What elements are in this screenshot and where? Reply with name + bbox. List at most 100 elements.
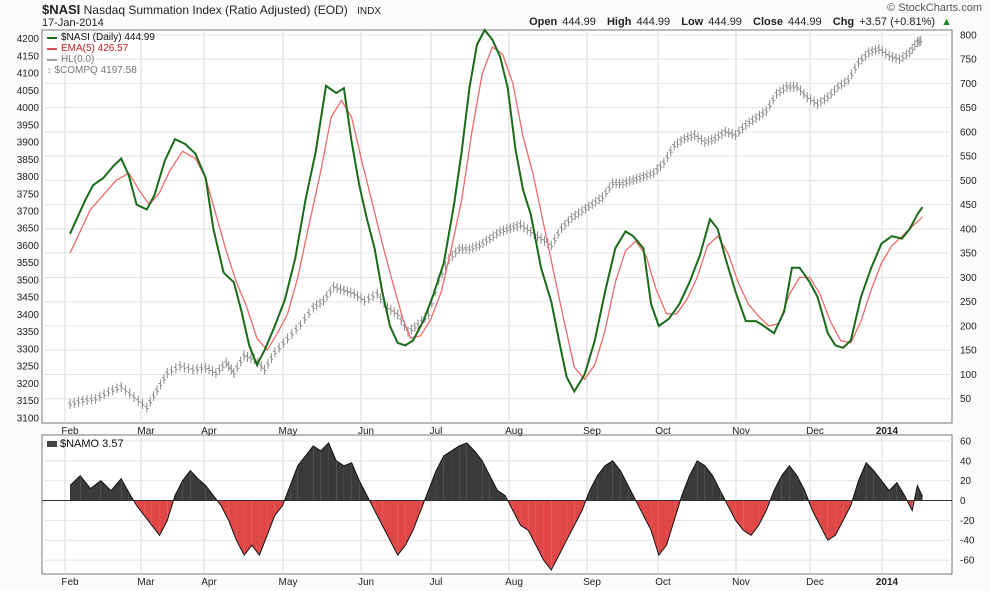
- right-y-tick-label: 400: [960, 224, 977, 235]
- legend-swatch-nasi: [47, 36, 57, 39]
- main-x-tick-label: Dec: [806, 426, 824, 437]
- namo-area-segment: [743, 500, 751, 536]
- right-y-tick-label: 350: [960, 249, 977, 260]
- sub-x-tick-label: Dec: [806, 577, 824, 588]
- left-y-tick-label: 3850: [17, 155, 40, 166]
- right-y-tick-label: 600: [960, 127, 977, 138]
- main-x-tick-label: Aug: [505, 426, 523, 437]
- legend-hl: HL(0.0): [47, 54, 155, 65]
- main-x-tick-label: Nov: [732, 426, 750, 437]
- right-y-tick-label: 700: [960, 79, 977, 90]
- namo-area-segment: [466, 442, 475, 501]
- sub-x-tick-label: Jun: [358, 577, 374, 588]
- namo-area-segment: [336, 460, 344, 501]
- main-legend: $NASI (Daily) 444.99 EMA(5) 426.57 HL(0.…: [47, 32, 155, 76]
- main-x-tick-label: Jul: [430, 426, 443, 437]
- sub-x-tick-label: Feb: [61, 577, 79, 588]
- right-y-tick-label: 50: [960, 394, 972, 405]
- sub-x-tick-label: Sep: [583, 577, 601, 588]
- sub-y-tick-label: -40: [960, 536, 975, 547]
- right-y-tick-label: 300: [960, 273, 977, 284]
- namo-area-segment: [459, 442, 467, 501]
- namo-swatch: [47, 441, 57, 447]
- left-y-tick-label: 3650: [17, 224, 40, 235]
- left-y-tick-label: 3400: [17, 310, 40, 321]
- left-y-tick-label: 3700: [17, 206, 40, 217]
- left-y-tick-label: 4100: [17, 69, 40, 80]
- sub-x-tick-label: Nov: [732, 577, 750, 588]
- namo-area-segment: [697, 460, 705, 501]
- left-y-tick-label: 3550: [17, 258, 40, 269]
- right-y-tick-label: 750: [960, 55, 977, 66]
- left-y-tick-label: 3500: [17, 275, 40, 286]
- left-y-tick-label: 3600: [17, 241, 40, 252]
- sub-x-tick-label: Aug: [505, 577, 523, 588]
- right-y-tick-label: 550: [960, 152, 977, 163]
- namo-area-segment: [313, 445, 321, 501]
- left-y-tick-label: 3450: [17, 293, 40, 304]
- namo-area-segment: [343, 462, 352, 501]
- main-x-tick-label: Feb: [61, 426, 79, 437]
- main-x-tick-label: Apr: [201, 426, 217, 437]
- chart-window: $NASI Nasdaq Summation Index (Ratio Adju…: [0, 0, 990, 591]
- right-y-tick-label: 200: [960, 321, 977, 332]
- sub-x-tick-label: Oct: [655, 577, 671, 588]
- right-y-tick-label: 150: [960, 346, 977, 357]
- namo-area-segment: [827, 500, 836, 541]
- main-x-tick-label: 2014: [876, 426, 899, 437]
- legend-label-nasi: $NASI (Daily) 444.99: [61, 32, 155, 43]
- left-y-tick-label: 4150: [17, 51, 40, 62]
- right-y-tick-label: 100: [960, 370, 977, 381]
- sub-y-tick-label: 40: [960, 456, 972, 467]
- legend-swatch-hl: [47, 58, 57, 61]
- left-y-tick-label: 4200: [17, 34, 40, 45]
- left-y-tick-label: 3800: [17, 172, 40, 183]
- namo-area-segment: [443, 450, 452, 501]
- right-y-tick-label: 650: [960, 103, 977, 114]
- main-x-tick-label: Sep: [583, 426, 601, 437]
- left-y-tick-label: 3250: [17, 362, 40, 373]
- left-y-tick-label: 3150: [17, 396, 40, 407]
- namo-area-segment: [543, 500, 552, 571]
- sub-x-tick-label: Jul: [430, 577, 443, 588]
- legend-ema: EMA(5) 426.57: [47, 43, 155, 54]
- legend-label-hl: HL(0.0): [61, 54, 95, 65]
- sub-y-tick-label: 0: [960, 496, 966, 507]
- left-y-tick-label: 3300: [17, 344, 40, 355]
- sub-y-tick-label: 20: [960, 476, 972, 487]
- namo-area-segment: [451, 445, 460, 501]
- right-y-tick-label: 450: [960, 200, 977, 211]
- legend-label-ema: EMA(5) 426.57: [61, 43, 129, 54]
- left-y-tick-label: 3350: [17, 327, 40, 338]
- main-x-tick-label: Oct: [655, 426, 671, 437]
- left-y-tick-label: 3200: [17, 379, 40, 390]
- main-x-tick-label: May: [279, 426, 298, 437]
- main-x-tick-label: Mar: [137, 426, 155, 437]
- left-y-tick-label: 3950: [17, 120, 40, 131]
- left-y-tick-label: 3100: [17, 413, 40, 424]
- sub-y-tick-label: -60: [960, 556, 975, 567]
- left-y-tick-label: 3750: [17, 189, 40, 200]
- right-y-tick-label: 250: [960, 297, 977, 308]
- sub-x-tick-label: Apr: [201, 577, 217, 588]
- left-y-tick-label: 3900: [17, 138, 40, 149]
- sub-y-tick-label: 60: [960, 436, 972, 447]
- namo-area-segment: [605, 460, 613, 501]
- left-y-tick-label: 4000: [17, 103, 40, 114]
- namo-legend: $NAMO 3.57: [47, 438, 124, 450]
- legend-label-compq: $COMPQ 4197.58: [54, 65, 137, 76]
- sub-x-tick-label: May: [279, 577, 298, 588]
- sub-x-tick-label: Mar: [137, 577, 155, 588]
- sub-y-tick-label: -20: [960, 516, 975, 527]
- main-x-tick-label: Jun: [358, 426, 374, 437]
- right-y-tick-label: 800: [960, 30, 977, 41]
- namo-area-segment: [320, 442, 329, 501]
- right-y-tick-label: 500: [960, 176, 977, 187]
- left-y-tick-label: 4050: [17, 86, 40, 97]
- bar-glyph-icon: ↕: [47, 65, 52, 75]
- legend-compq: ↕ $COMPQ 4197.58: [47, 65, 155, 76]
- namo-legend-label: $NAMO 3.57: [60, 438, 124, 450]
- legend-swatch-ema: [47, 47, 57, 50]
- main-panel: [41, 29, 953, 424]
- sub-x-tick-label: 2014: [876, 577, 899, 588]
